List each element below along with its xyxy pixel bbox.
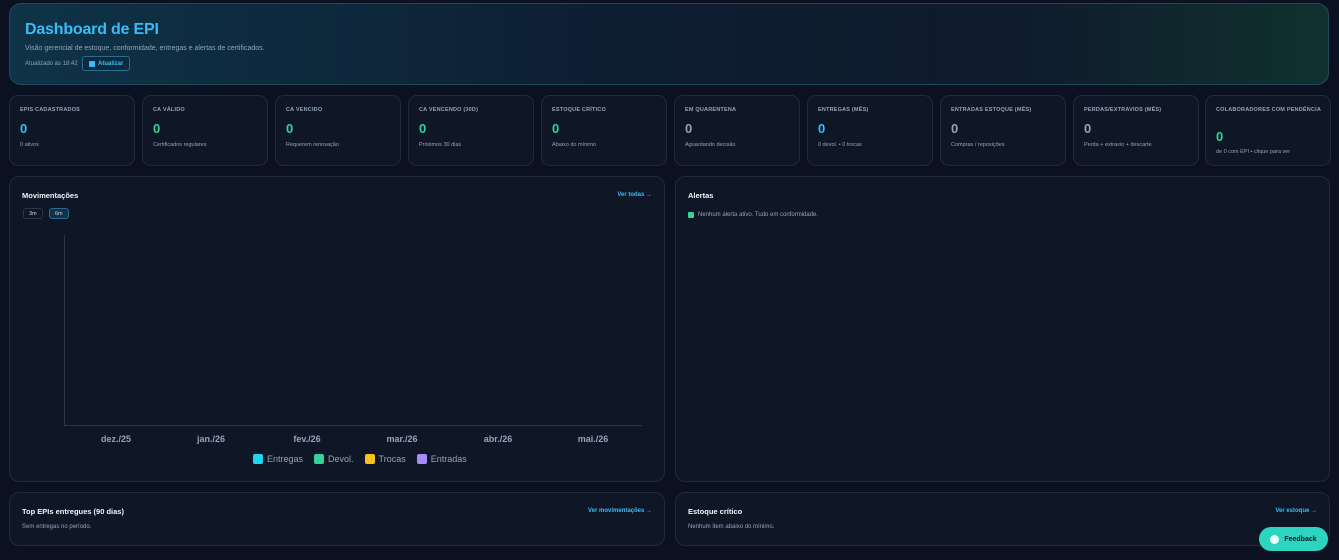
chart-legend: Entregas Devol. Trocas Entradas [253, 454, 467, 464]
legend-item-entregas[interactable]: Entregas [253, 454, 303, 464]
kpi-desc: Abaixo do mínimo [552, 142, 597, 148]
top-epis-empty: Sem entregas no período. [22, 524, 92, 530]
kpi-card-ca-vencendo[interactable]: CA vencendo (30d) 0 Próximos 30 dias [408, 95, 534, 166]
kpi-label: Colaboradores com pendência [1216, 107, 1322, 113]
estoque-critico-empty: Nenhum item abaixo do mínimo. [688, 524, 775, 530]
kpi-value: 0 [1084, 121, 1092, 136]
kpi-desc: Próximos 30 dias [419, 142, 462, 148]
kpi-desc: Perda + extravio + descarte [1084, 142, 1152, 148]
kpi-desc: Aguardando decisão [685, 142, 736, 148]
header-banner: Dashboard de EPI Visão gerencial de esto… [9, 3, 1329, 85]
legend-swatch [416, 454, 427, 464]
legend-item-trocas[interactable]: Trocas [364, 454, 406, 464]
kpi-value: 0 [818, 121, 826, 136]
dashboard-page: Dashboard de EPI Visão gerencial de esto… [0, 0, 1339, 560]
top-epis-panel: Top EPIs entregues (90 dias) Ver movimen… [9, 492, 665, 546]
kpi-card-perdas-extravios[interactable]: Perdas/extravios (mês) 0 Perda + extravi… [1073, 95, 1199, 166]
legend-item-entradas[interactable]: Entradas [416, 454, 467, 464]
feedback-label: Feedback [1284, 535, 1317, 543]
legend-swatch [364, 454, 375, 464]
legend-label: Entradas [430, 454, 467, 464]
kpi-value: 0 [552, 121, 560, 136]
kpi-card-em-quarentena[interactable]: Em quarentena 0 Aguardando decisão [674, 95, 800, 166]
kpi-card-ca-valido[interactable]: CA válido 0 Certificados regulares [142, 95, 268, 166]
kpi-card-estoque-critico[interactable]: Estoque crítico 0 Abaixo do mínimo [541, 95, 667, 166]
movimentacoes-panel: Movimentações Ver todas → 3m 6m dez./25 … [9, 176, 665, 482]
kpi-card-entregas-mes[interactable]: Entregas (mês) 0 0 devol. • 0 trocas [807, 95, 933, 166]
ver-estoque-link[interactable]: Ver estoque → [1275, 508, 1317, 514]
x-tick-label: abr./26 [483, 434, 513, 444]
chat-icon [1270, 534, 1280, 544]
kpi-value: 0 [951, 121, 959, 136]
kpi-card-epis-cadastrados[interactable]: EPIs cadastrados 0 0 ativos [9, 95, 135, 166]
updated-timestamp: Atualizado às 18:42 [25, 61, 78, 67]
legend-label: Entregas [267, 454, 304, 464]
range-6m-button[interactable]: 6m [49, 208, 69, 219]
ver-movimentacoes-link[interactable]: Ver movimentações → [588, 508, 652, 514]
chart-x-axis [64, 425, 642, 426]
kpi-label: Perdas/extravios (mês) [1084, 107, 1162, 113]
x-tick-label: mar./26 [386, 434, 418, 444]
kpi-card-entradas-estoque[interactable]: Entradas estoque (mês) 0 Compras / repos… [940, 95, 1066, 166]
x-tick-label: dez./25 [100, 434, 132, 444]
kpi-label: EPIs cadastrados [20, 107, 81, 113]
feedback-button[interactable]: Feedback [1259, 527, 1328, 551]
refresh-button[interactable]: Atualizar [82, 56, 131, 71]
page-title: Dashboard de EPI [25, 21, 159, 38]
estoque-critico-title: Estoque crítico [688, 507, 743, 516]
kpi-value: 0 [1216, 129, 1224, 144]
movimentacoes-title: Movimentações [22, 191, 79, 200]
kpi-label: Em quarentena [685, 107, 737, 113]
kpi-card-ca-vencido[interactable]: CA vencido 0 Requerem renovação [275, 95, 401, 166]
kpi-desc: Certificados regulares [153, 142, 207, 148]
page-subtitle: Visão gerencial de estoque, conformidade… [25, 45, 265, 52]
legend-label: Devol. [328, 454, 354, 464]
kpi-value: 0 [286, 121, 294, 136]
kpi-desc: Compras / reposições [951, 142, 1005, 148]
x-tick-label: jan./26 [196, 434, 226, 444]
refresh-icon [89, 60, 95, 67]
kpi-label: Entradas estoque (mês) [951, 107, 1032, 113]
check-icon [688, 212, 694, 218]
legend-swatch [253, 454, 263, 464]
kpi-desc: 0 ativos [20, 142, 39, 148]
legend-label: Trocas [378, 454, 406, 464]
kpi-value: 0 [685, 121, 693, 136]
kpi-desc: Requerem renovação [286, 142, 339, 148]
legend-item-devol[interactable]: Devol. [314, 454, 354, 464]
range-3m-button[interactable]: 3m [23, 208, 43, 219]
kpi-label: Entregas (mês) [818, 107, 869, 113]
x-tick-label: mai./26 [577, 434, 609, 444]
kpi-row: EPIs cadastrados 0 0 ativos CA válido 0 … [9, 95, 1331, 166]
kpi-value: 0 [419, 121, 427, 136]
kpi-desc: de 0 com EPI • clique para ver [1216, 149, 1291, 155]
alertas-panel: Alertas Nenhum alerta ativo. Tudo em con… [675, 176, 1330, 482]
estoque-critico-panel: Estoque crítico Ver estoque → Nenhum ite… [675, 492, 1330, 546]
x-tick-label: fev./26 [293, 434, 321, 444]
kpi-value: 0 [153, 121, 161, 136]
kpi-label: Estoque crítico [552, 107, 606, 113]
kpi-label: CA vencido [286, 107, 323, 113]
legend-swatch [314, 454, 325, 464]
refresh-label: Atualizar [98, 60, 124, 67]
kpi-desc: 0 devol. • 0 trocas [818, 142, 862, 148]
kpi-label: CA válido [153, 107, 185, 113]
alert-text: Nenhum alerta ativo. Tudo em conformidad… [698, 212, 819, 218]
alertas-title: Alertas [688, 191, 714, 200]
chart-y-axis [64, 235, 65, 425]
top-epis-title: Top EPIs entregues (90 dias) [22, 507, 124, 516]
kpi-card-colaboradores-pendencia[interactable]: Colaboradores com pendência 0 de 0 com E… [1205, 95, 1331, 166]
alert-message: Nenhum alerta ativo. Tudo em conformidad… [688, 212, 818, 218]
kpi-label: CA vencendo (30d) [419, 107, 479, 113]
ver-todas-link[interactable]: Ver todas → [617, 192, 652, 198]
kpi-value: 0 [20, 121, 28, 136]
